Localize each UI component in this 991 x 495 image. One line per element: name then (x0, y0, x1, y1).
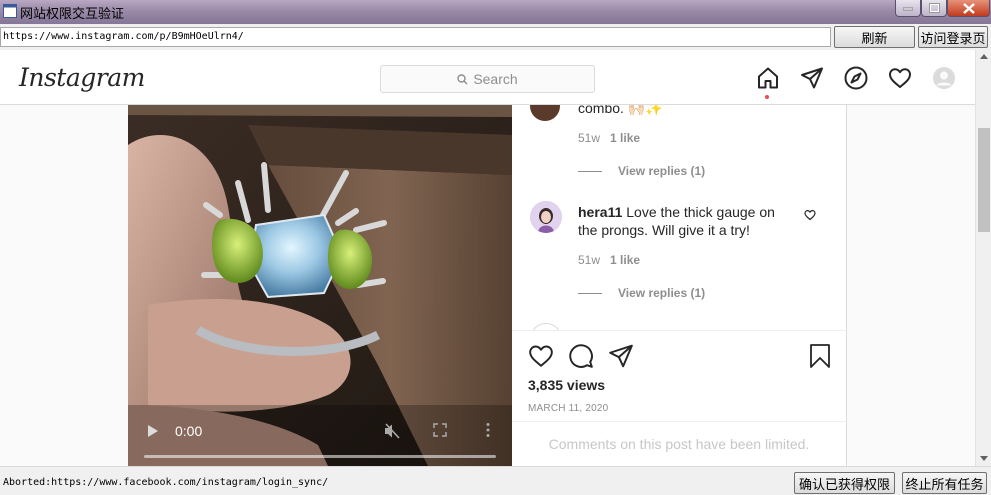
confirm-permission-button[interactable]: 确认已获得权限 (794, 472, 895, 494)
view-replies-button[interactable]: View replies (1) (618, 286, 705, 300)
save-bookmark-icon[interactable] (808, 343, 832, 369)
window-title: 网站权限交互验证 (20, 6, 125, 21)
search-input[interactable]: Search (380, 65, 595, 93)
scroll-up-icon[interactable] (980, 54, 988, 59)
comment-icon[interactable] (568, 343, 594, 369)
share-icon[interactable] (608, 343, 634, 369)
refresh-button[interactable]: 刷新 (834, 26, 915, 48)
fullscreen-icon[interactable] (433, 423, 447, 437)
url-input[interactable]: https://www.instagram.com/p/B9mHOeUlrn4/ (0, 27, 831, 47)
comment-text: combo. 🙌🏻✨ (578, 105, 663, 116)
comment-avatar[interactable] (530, 201, 562, 233)
comment-likes[interactable]: 1 like (610, 253, 640, 267)
comment-avatar[interactable] (530, 323, 562, 330)
search-icon (457, 73, 468, 84)
close-button[interactable] (947, 0, 990, 17)
comment-meta: 51w 1 like (578, 131, 640, 145)
comments-list: combo. 🙌🏻✨ 51w 1 like View replies (1) h… (512, 105, 846, 331)
comment-body: hera11 Love the thick gauge on the prong… (578, 203, 788, 239)
replies-divider (578, 171, 602, 172)
status-text: Aborted:https://www.facebook.com/instagr… (3, 477, 329, 488)
comment-age: 51w (578, 253, 601, 267)
view-count[interactable]: 3,835 views (528, 377, 605, 393)
instagram-header: Instagram Search (0, 50, 975, 105)
video-progress-bar[interactable] (144, 455, 496, 458)
scroll-down-icon[interactable] (980, 456, 988, 461)
comment-username[interactable]: hera11 (578, 204, 622, 220)
maximize-icon (928, 3, 940, 13)
view-replies-button[interactable]: View replies (1) (618, 164, 705, 178)
comment-likes[interactable]: 1 like (610, 131, 640, 145)
video-player[interactable]: 0:00 (128, 105, 512, 466)
video-time: 0:00 (175, 423, 203, 439)
minimize-icon (903, 7, 913, 11)
app-icon (3, 4, 17, 18)
post-actions: 3,835 views MARCH 11, 2020 (512, 331, 846, 421)
scrollbar-thumb[interactable] (978, 128, 990, 232)
avatar-image (530, 201, 562, 233)
activity-heart-icon[interactable] (888, 66, 912, 90)
minimize-button[interactable] (895, 0, 921, 17)
explore-icon[interactable] (844, 66, 868, 90)
stop-all-tasks-button[interactable]: 终止所有任务 (902, 472, 987, 494)
notification-dot (765, 95, 769, 99)
profile-avatar-icon[interactable] (932, 66, 956, 90)
comment-age: 51w (578, 131, 601, 145)
comment-avatar[interactable] (530, 105, 560, 121)
post-date: MARCH 11, 2020 (528, 403, 609, 414)
visit-login-page-button[interactable]: 访问登录页 (918, 26, 988, 48)
instagram-logo[interactable]: Instagram (19, 63, 145, 92)
close-icon (962, 2, 975, 14)
replies-divider (578, 293, 602, 294)
maximize-button[interactable] (921, 0, 947, 17)
video-controls: 0:00 (128, 408, 512, 466)
search-placeholder: Search (473, 71, 518, 87)
post-sidebar: combo. 🙌🏻✨ 51w 1 like View replies (1) h… (512, 105, 846, 466)
comment-meta: 51w 1 like (578, 253, 640, 267)
post-card: 0:00 combo. 🙌🏻✨ 51w 1 like View replies … (128, 105, 847, 466)
like-heart-icon[interactable] (528, 343, 554, 369)
home-icon[interactable] (756, 66, 780, 90)
comments-limited-notice: Comments on this post have been limited. (512, 421, 846, 466)
window-titlebar: 网站权限交互验证 (0, 0, 991, 24)
play-icon[interactable] (148, 425, 158, 437)
mute-icon[interactable] (383, 422, 401, 440)
direct-message-icon[interactable] (800, 66, 824, 90)
browser-viewport: Instagram Search 0:00 combo. 🙌🏻✨ 51w 1 l… (0, 50, 975, 466)
like-comment-heart-icon[interactable] (804, 209, 816, 221)
more-options-icon[interactable] (485, 422, 491, 438)
vertical-scrollbar[interactable] (975, 50, 991, 466)
